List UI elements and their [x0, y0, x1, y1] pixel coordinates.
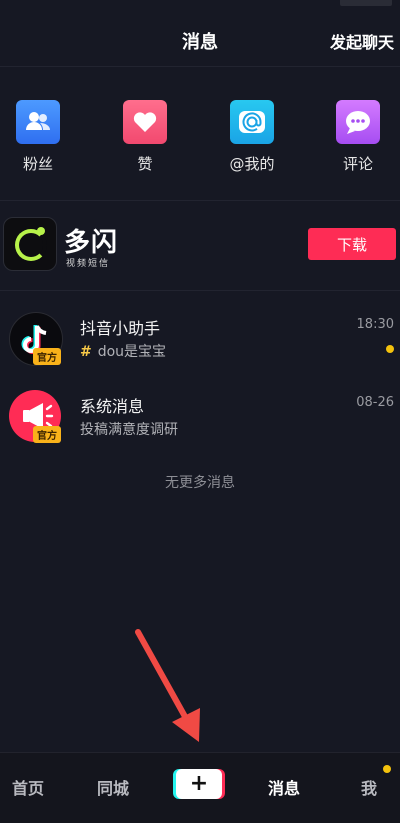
shortcut-comments-label: 评论	[342, 155, 373, 173]
message-preview: 投稿满意度调研	[80, 422, 178, 438]
tab-me[interactable]: 我	[361, 775, 377, 799]
shortcut-mentions-label: @我的	[229, 155, 275, 173]
header: 消息 发起聊天	[0, 14, 400, 66]
duoshan-logo-icon	[3, 217, 57, 271]
message-time: 18:30	[356, 317, 394, 332]
me-notification-dot	[383, 765, 391, 773]
shortcut-likes-label: 赞	[137, 155, 153, 173]
message-preview-text: dou是宝宝	[97, 344, 167, 360]
chat-bubble-icon	[336, 100, 380, 144]
list-item[interactable]: 官方 抖音小助手 18:30 # dou是宝宝	[0, 312, 400, 376]
hashtag-icon: #	[80, 344, 92, 360]
ad-banner[interactable]: 多闪 视频短信 下载	[0, 216, 400, 274]
no-more-messages: 无更多消息	[165, 475, 235, 491]
shortcut-fans-label: 粉丝	[22, 155, 53, 173]
official-badge: 官方	[33, 426, 61, 443]
ad-tagline: 视频短信	[66, 259, 111, 269]
tab-nearby[interactable]: 同城	[97, 775, 129, 799]
ad-divider	[0, 290, 400, 291]
shortcut-row: 粉丝 赞 @我的 评论	[0, 100, 400, 180]
battery-icon	[340, 0, 392, 6]
tab-messages[interactable]: 消息	[268, 775, 300, 799]
message-sender: 抖音小助手	[80, 319, 161, 338]
shortcut-divider	[0, 200, 400, 201]
shortcut-mentions[interactable]: @我的	[217, 100, 287, 174]
at-icon	[230, 100, 274, 144]
ad-brand: 多闪	[64, 228, 119, 258]
download-button[interactable]: 下载	[308, 228, 396, 260]
message-preview: # dou是宝宝	[80, 341, 166, 361]
create-button[interactable]: +	[176, 769, 222, 799]
bottom-tabbar: 首页 同城 + 消息 我	[0, 752, 400, 823]
header-divider	[0, 66, 400, 67]
heart-icon	[123, 100, 167, 144]
tab-home[interactable]: 首页	[12, 775, 44, 799]
shortcut-likes[interactable]: 赞	[110, 100, 180, 174]
unread-dot	[386, 345, 394, 353]
message-sender: 系统消息	[80, 397, 145, 416]
users-icon	[16, 100, 60, 144]
list-item[interactable]: 官方 系统消息 08-26 投稿满意度调研	[0, 390, 400, 454]
message-time: 08-26	[356, 395, 394, 410]
official-badge: 官方	[33, 348, 61, 365]
shortcut-comments[interactable]: 评论	[323, 100, 393, 174]
start-chat-button[interactable]: 发起聊天	[330, 29, 394, 53]
shortcut-fans[interactable]: 粉丝	[3, 100, 73, 174]
status-bar	[0, 0, 400, 8]
